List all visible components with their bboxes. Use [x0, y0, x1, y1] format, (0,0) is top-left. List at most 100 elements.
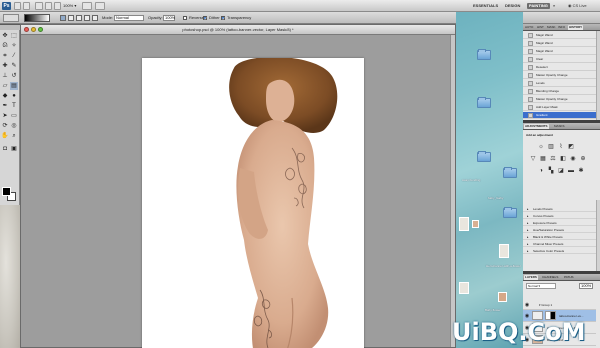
lasso-tool-icon[interactable]: ᘏ: [1, 42, 9, 50]
tab-layers[interactable]: LAYERS: [524, 275, 538, 280]
blur-tool-icon[interactable]: ◆: [1, 92, 9, 100]
photo-filter-icon[interactable]: ◉: [569, 156, 577, 163]
desktop-image-thumbnail[interactable]: [459, 282, 469, 294]
preset-group[interactable]: ▸ Hue/Saturation Presets: [523, 227, 596, 233]
history-step[interactable]: Add Layer Mask: [523, 104, 596, 111]
brightness-contrast-icon[interactable]: ☼: [537, 144, 545, 151]
history-step[interactable]: Master Opacity Change: [523, 96, 596, 103]
history-step-current[interactable]: Gradient: [523, 112, 596, 119]
preset-group[interactable]: ▸ Black & White Presets: [523, 234, 596, 240]
angle-gradient-icon[interactable]: [76, 15, 82, 21]
reverse-checkbox[interactable]: [183, 16, 187, 20]
tab-paths[interactable]: PATHS: [563, 275, 575, 280]
desktop-item-label[interactable]: Baby flower: [485, 308, 501, 312]
workspace-more-chevron[interactable]: »: [553, 3, 555, 9]
zoom-tool-icon[interactable]: [54, 2, 61, 10]
invert-icon[interactable]: ◑: [537, 168, 545, 175]
preset-group[interactable]: ▸ Selective Color Presets: [523, 248, 596, 254]
zoom-level-dropdown[interactable]: 100% ▾: [63, 2, 76, 10]
layer-opacity-field[interactable]: 100%: [579, 283, 593, 289]
desktop-image-thumbnail[interactable]: [459, 217, 469, 231]
workspace-design[interactable]: DESIGN: [505, 3, 520, 9]
tab-info[interactable]: INFO: [557, 25, 566, 30]
history-step[interactable]: Master Opacity Change: [523, 72, 596, 79]
disclosure-triangle-icon[interactable]: ▸: [527, 213, 529, 219]
tab-channels[interactable]: CHANNELS: [541, 275, 559, 280]
marquee-tool-icon[interactable]: ⬚: [10, 32, 18, 40]
desktop-folder-icon[interactable]: [477, 49, 491, 60]
exposure-icon[interactable]: ◩: [567, 144, 575, 151]
arrange-documents-icon[interactable]: [82, 2, 92, 10]
document-vertical-scrollbar[interactable]: [450, 35, 455, 347]
channel-mixer-icon[interactable]: ⊕: [579, 156, 587, 163]
desktop-folder-icon[interactable]: [503, 167, 517, 178]
gradient-tool-icon[interactable]: ▤: [10, 82, 18, 90]
gradient-map-icon[interactable]: ▬: [567, 168, 575, 175]
tab-masks[interactable]: MASKS: [553, 124, 566, 129]
history-scrollbar[interactable]: [596, 31, 600, 120]
magic-wand-tool-icon[interactable]: ✧: [10, 42, 18, 50]
history-step[interactable]: Magic Wand: [523, 48, 596, 55]
tab-mask[interactable]: MASK: [546, 25, 557, 30]
hand-tool-icon[interactable]: ✋: [1, 132, 9, 140]
3d-rotate-tool-icon[interactable]: ⟳: [1, 122, 9, 130]
transparency-checkbox[interactable]: ✓: [221, 16, 225, 21]
bridge-icon[interactable]: [14, 2, 21, 10]
dither-checkbox[interactable]: ✓: [203, 16, 207, 21]
hand-tool-icon[interactable]: [45, 2, 52, 10]
move-tool-icon[interactable]: ✥: [1, 32, 9, 40]
tab-hist[interactable]: HIST: [536, 25, 545, 30]
desktop-image-thumbnail[interactable]: [499, 244, 509, 258]
view-extras-icon[interactable]: [35, 2, 43, 10]
workspace-essentials[interactable]: ESSENTIALS: [473, 3, 498, 9]
vibrance-icon[interactable]: ▽: [529, 156, 537, 163]
history-step[interactable]: Blending Change: [523, 88, 596, 95]
selective-color-icon[interactable]: ✱: [577, 168, 585, 175]
disclosure-triangle-icon[interactable]: ▸: [527, 206, 529, 212]
disclosure-triangle-icon[interactable]: ▸: [527, 241, 529, 247]
disclosure-triangle-icon[interactable]: ▸: [527, 227, 529, 233]
linear-gradient-icon[interactable]: [60, 15, 66, 21]
disclosure-triangle-icon[interactable]: ▸: [527, 220, 529, 226]
disclosure-triangle-icon[interactable]: ▸: [527, 234, 529, 240]
minimize-window-button[interactable]: [31, 27, 36, 32]
preset-group[interactable]: ▸ Levels Presets: [523, 206, 596, 212]
hue-saturation-icon[interactable]: ▦: [539, 156, 547, 163]
posterize-icon[interactable]: ▚: [547, 168, 555, 175]
type-tool-icon[interactable]: T: [10, 102, 18, 110]
document-title-bar[interactable]: photoshop.psd @ 100% (tattoo-banner-vect…: [21, 25, 455, 35]
desktop-item-label[interactable]: baby_Gaby: [488, 196, 503, 200]
foreground-color-swatch[interactable]: [2, 187, 11, 196]
reflected-gradient-icon[interactable]: [84, 15, 90, 21]
shape-tool-icon[interactable]: ▭: [10, 112, 18, 120]
history-brush-tool-icon[interactable]: ↺: [10, 72, 18, 80]
preset-group[interactable]: ▸ Channel Mixer Presets: [523, 241, 596, 247]
tool-preset-picker[interactable]: [3, 14, 19, 22]
screen-mode-icon[interactable]: [95, 2, 105, 10]
history-step[interactable]: Magic Wand: [523, 40, 596, 47]
desktop-folder-icon[interactable]: [503, 207, 517, 218]
close-window-button[interactable]: [24, 27, 29, 32]
quick-mask-icon[interactable]: ◘: [1, 145, 9, 153]
layer-row[interactable]: ◉ ▾ Group 1: [523, 301, 596, 310]
path-selection-tool-icon[interactable]: ➤: [1, 112, 9, 120]
desktop-folder-icon[interactable]: [477, 151, 491, 162]
desktop-folder-icon[interactable]: [477, 97, 491, 108]
screen-mode-icon[interactable]: ▣: [10, 145, 18, 153]
opacity-field[interactable]: 100%: [163, 15, 175, 21]
diamond-gradient-icon[interactable]: [92, 15, 98, 21]
image-canvas[interactable]: [142, 58, 364, 348]
adjustments-scrollbar[interactable]: [596, 200, 600, 271]
curves-icon[interactable]: ⌇: [557, 144, 565, 151]
mode-select[interactable]: Normal: [114, 15, 144, 21]
layer-blend-mode-select[interactable]: Normal ▾: [526, 283, 556, 289]
history-step[interactable]: Deselect: [523, 64, 596, 71]
mini-bridge-icon[interactable]: [23, 2, 30, 10]
brush-tool-icon[interactable]: ✎: [10, 62, 18, 70]
clone-stamp-tool-icon[interactable]: ⊥: [1, 72, 9, 80]
eyedropper-tool-icon[interactable]: ⁄: [10, 52, 18, 60]
crop-tool-icon[interactable]: ⌗: [1, 52, 9, 60]
desktop-image-thumbnail[interactable]: [498, 292, 507, 302]
history-step[interactable]: Clear: [523, 56, 596, 63]
workspace-painting[interactable]: PAINTING: [527, 3, 550, 9]
